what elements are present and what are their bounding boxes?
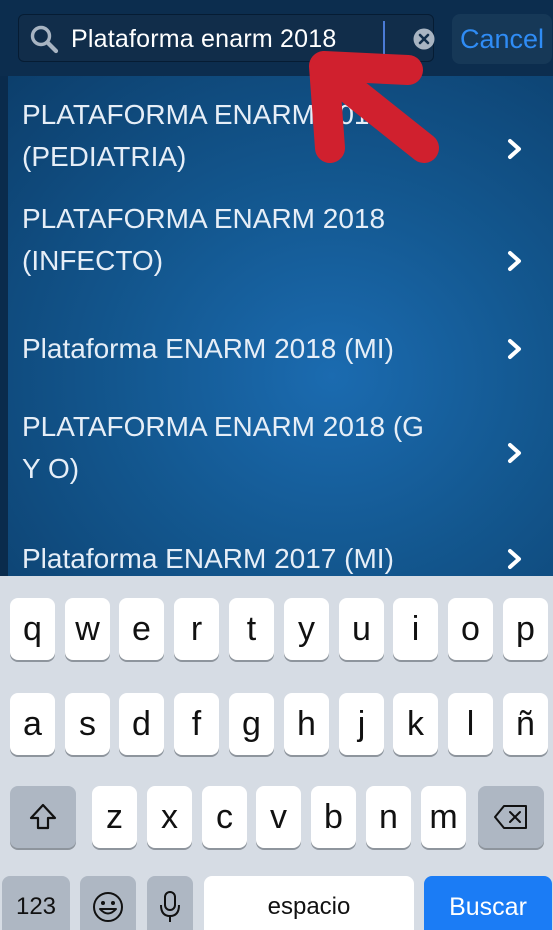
shift-icon: [29, 803, 57, 830]
key-z[interactable]: z: [92, 786, 137, 848]
key-r[interactable]: r: [174, 598, 219, 660]
chevron-right-icon: [508, 139, 521, 159]
key-w[interactable]: w: [65, 598, 110, 660]
key-k[interactable]: k: [393, 693, 438, 755]
keyboard: q w e r t y u i o p a s d f g h j k l ñ …: [0, 576, 553, 930]
chevron-right-icon: [508, 549, 521, 569]
delete-key[interactable]: [478, 786, 544, 848]
search-return-key[interactable]: Buscar: [424, 876, 552, 930]
chevron-right-icon: [508, 251, 521, 271]
list-item-title: Plataforma ENARM 2018 (MI): [22, 333, 394, 364]
chevron-right-icon: [508, 339, 521, 359]
space-key[interactable]: espacio: [204, 876, 414, 930]
list-item[interactable]: Plataforma ENARM 2018 (MI): [0, 324, 553, 384]
list-item-subtitle: (INFECTO): [22, 245, 164, 276]
key-q[interactable]: q: [10, 598, 55, 660]
list-item[interactable]: PLATAFORMA ENARM 2018 (INFECTO): [0, 198, 553, 298]
search-input[interactable]: Plataforma enarm 2018: [18, 14, 435, 62]
backspace-icon: [494, 805, 527, 829]
list-item-title: PLATAFORMA ENARM 2018 (G: [22, 411, 424, 442]
smiley-icon: [93, 892, 123, 922]
search-bar: Plataforma enarm 2018 Cancel: [0, 0, 553, 76]
list-item-title: PLATAFORMA ENARM 2018: [22, 99, 386, 130]
cancel-button[interactable]: Cancel: [452, 14, 552, 64]
dictation-key[interactable]: [147, 876, 193, 930]
key-m[interactable]: m: [421, 786, 466, 848]
key-c[interactable]: c: [202, 786, 247, 848]
list-item-title: PLATAFORMA ENARM 2018: [22, 203, 386, 234]
key-v[interactable]: v: [256, 786, 301, 848]
key-s[interactable]: s: [65, 693, 110, 755]
key-enye[interactable]: ñ: [503, 693, 548, 755]
key-t[interactable]: t: [229, 598, 274, 660]
results-list: PLATAFORMA ENARM 2018 (PEDIATRIA) PLATAF…: [0, 76, 553, 576]
key-x[interactable]: x: [147, 786, 192, 848]
list-item[interactable]: PLATAFORMA ENARM 2018 (PEDIATRIA): [0, 94, 553, 194]
key-h[interactable]: h: [284, 693, 329, 755]
numbers-key[interactable]: 123: [2, 876, 70, 930]
clear-icon[interactable]: [413, 28, 435, 50]
key-j[interactable]: j: [339, 693, 384, 755]
list-item-subtitle: (PEDIATRIA): [22, 141, 187, 172]
list-item-title: Plataforma ENARM 2017 (MI): [22, 543, 394, 574]
key-u[interactable]: u: [339, 598, 384, 660]
key-n[interactable]: n: [366, 786, 411, 848]
list-item[interactable]: PLATAFORMA ENARM 2018 (G Y O): [0, 406, 553, 506]
chevron-right-icon: [508, 443, 521, 463]
emoji-key[interactable]: [80, 876, 136, 930]
key-e[interactable]: e: [119, 598, 164, 660]
key-f[interactable]: f: [174, 693, 219, 755]
key-p[interactable]: p: [503, 598, 548, 660]
key-o[interactable]: o: [448, 598, 493, 660]
shift-key[interactable]: [10, 786, 76, 848]
list-item[interactable]: Plataforma ENARM 2017 (MI): [0, 538, 553, 576]
key-a[interactable]: a: [10, 693, 55, 755]
key-l[interactable]: l: [448, 693, 493, 755]
microphone-icon: [160, 891, 180, 922]
list-item-subtitle: Y O): [22, 453, 80, 484]
search-query-text: Plataforma enarm 2018: [71, 25, 337, 53]
key-i[interactable]: i: [393, 598, 438, 660]
key-b[interactable]: b: [311, 786, 356, 848]
key-y[interactable]: y: [284, 598, 329, 660]
key-g[interactable]: g: [229, 693, 274, 755]
key-d[interactable]: d: [119, 693, 164, 755]
text-caret: [383, 21, 385, 57]
search-icon: [30, 25, 59, 54]
